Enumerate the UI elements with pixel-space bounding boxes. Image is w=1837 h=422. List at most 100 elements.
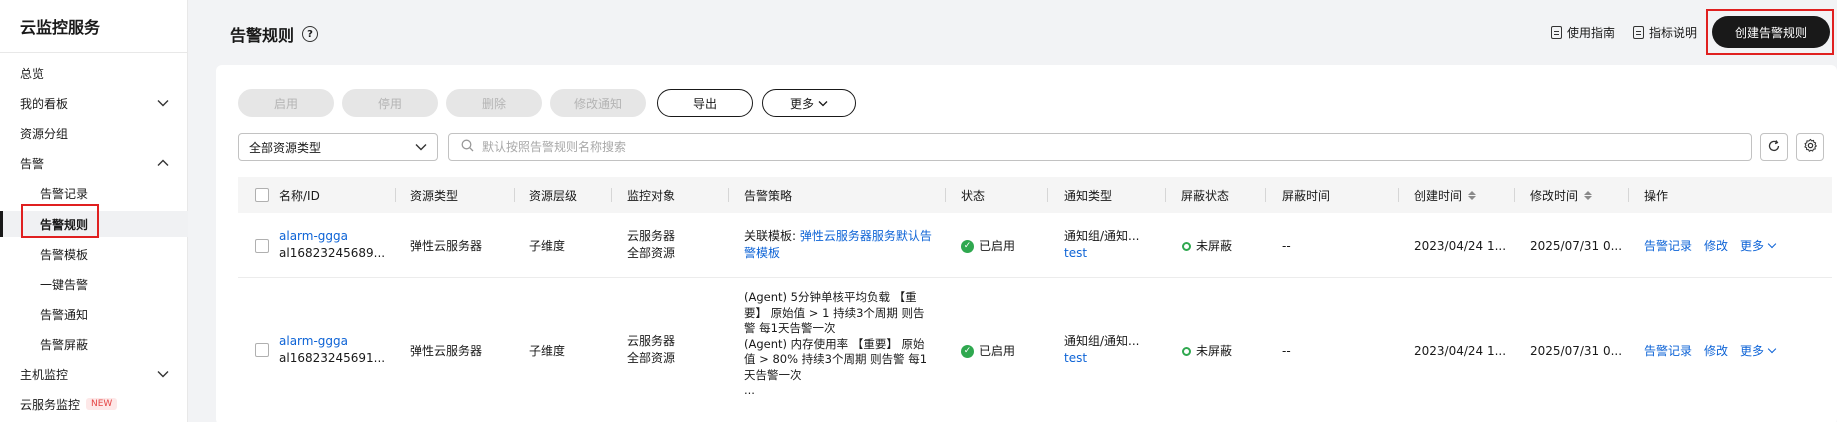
chevron-down-icon <box>156 96 170 110</box>
column-separator <box>514 188 515 202</box>
column-separator <box>1165 188 1166 202</box>
sidebar-item-alarm[interactable]: 告警 <box>20 153 170 173</box>
policy-line: ... <box>744 383 755 397</box>
notify-link[interactable]: test <box>1064 350 1140 367</box>
sidebar-item-resource-group[interactable]: 资源分组 <box>20 123 170 143</box>
column-separator <box>395 188 396 202</box>
modify-link[interactable]: 修改 <box>1704 343 1728 360</box>
usage-guide-label: 使用指南 <box>1567 26 1616 40</box>
resource-type-cell: 弹性云服务器 <box>410 239 483 253</box>
created-cell: 2023/04/24 1... <box>1414 344 1507 358</box>
help-icon[interactable]: ? <box>302 26 319 42</box>
policy-line: 警 每1天告警一次 <box>744 321 836 335</box>
select-all-checkbox[interactable] <box>255 177 269 213</box>
search-box[interactable] <box>448 133 1752 161</box>
rule-name-link[interactable]: alarm-ggga <box>279 228 385 245</box>
sidebar-item-alarm-notify[interactable]: 告警通知 <box>40 304 170 324</box>
service-title: 云监控服务 <box>20 18 101 37</box>
sidebar-divider <box>0 52 188 53</box>
refresh-button[interactable] <box>1760 133 1788 161</box>
more-actions-link[interactable]: 更多 <box>1740 343 1777 360</box>
highlight-box <box>1706 9 1834 55</box>
sidebar-item-label: 资源分组 <box>20 126 69 141</box>
sidebar-item-cloud-service-monitor[interactable]: 云服务监控 NEW <box>20 394 170 414</box>
sidebar-item-dashboard[interactable]: 我的看板 <box>20 93 170 113</box>
policy-line: 天告警一次 <box>744 367 802 382</box>
checkbox-box <box>255 343 269 357</box>
rule-name-link[interactable]: alarm-ggga <box>279 333 385 350</box>
target-cell: 云服务器 全部资源 <box>627 333 675 367</box>
policy-line: 值 > 80% 持续3个周期 则告警 每1 <box>744 352 928 366</box>
row-checkbox[interactable] <box>255 239 269 258</box>
column-header-modified-label: 修改时间 <box>1530 188 1579 203</box>
search-icon <box>461 139 474 155</box>
search-input[interactable] <box>482 140 1682 154</box>
column-header-created-label: 创建时间 <box>1414 188 1463 203</box>
sidebar-item-alarm-records[interactable]: 告警记录 <box>40 183 170 203</box>
metric-doc-label: 指标说明 <box>1649 26 1698 40</box>
column-header-mask-time: 屏蔽时间 <box>1282 188 1331 203</box>
column-separator <box>1628 188 1629 202</box>
policy-line: (Agent) 内存使用率 【重要】 原始 <box>744 336 925 351</box>
level-cell: 子维度 <box>529 239 566 253</box>
sidebar-item-alarm-mask[interactable]: 告警屏蔽 <box>40 334 170 354</box>
resource-type-select[interactable]: 全部资源类型 <box>238 133 438 161</box>
rule-id: al16823245689... <box>279 246 386 260</box>
column-header-created[interactable]: 创建时间 <box>1414 177 1477 213</box>
export-button[interactable]: 导出 <box>657 89 753 117</box>
column-header-policy: 告警策略 <box>744 188 793 203</box>
usage-guide-link[interactable]: 使用指南 <box>1551 24 1615 41</box>
notify-link[interactable]: test <box>1064 245 1140 262</box>
mask-status-cell: 未屏蔽 <box>1182 238 1232 255</box>
row-divider <box>238 277 1832 278</box>
check-circle-icon: ✓ <box>961 240 974 253</box>
row-checkbox[interactable] <box>255 343 269 362</box>
notify-type-cell: 通知组/通知... test <box>1064 333 1140 367</box>
more-button[interactable]: 更多 <box>762 89 856 117</box>
alarm-records-link[interactable]: 告警记录 <box>1644 238 1692 255</box>
sidebar-item-alarm-templates[interactable]: 告警模板 <box>40 244 170 264</box>
active-item-indicator <box>0 211 3 237</box>
policy-line: (Agent) 5分钟单核平均负载 【重 <box>744 290 917 304</box>
metric-doc-link[interactable]: 指标说明 <box>1633 24 1697 41</box>
sidebar-item-label: 告警记录 <box>40 186 89 201</box>
disable-button[interactable]: 停用 <box>342 89 438 117</box>
gear-icon <box>1803 138 1818 156</box>
status-text: 已启用 <box>979 344 1016 358</box>
book-icon <box>1551 26 1562 39</box>
more-actions-label: 更多 <box>1740 239 1765 253</box>
name-cell: alarm-ggga al16823245689... <box>279 228 385 262</box>
column-header-target: 监控对象 <box>627 188 676 203</box>
sidebar-item-label: 云服务监控 <box>20 397 81 412</box>
delete-button[interactable]: 删除 <box>446 89 542 117</box>
target-line: 云服务器 <box>627 334 676 348</box>
level-cell: 子维度 <box>529 344 566 358</box>
chevron-down-icon <box>818 96 828 110</box>
sort-icon <box>1584 190 1593 200</box>
status-ring-icon <box>1182 242 1191 251</box>
target-line: 全部资源 <box>627 351 676 365</box>
column-header-resource-type: 资源类型 <box>410 188 459 203</box>
alarm-records-link[interactable]: 告警记录 <box>1644 343 1692 360</box>
chevron-down-icon <box>1767 344 1777 354</box>
enable-button[interactable]: 启用 <box>238 89 334 117</box>
notify-type-text: 通知组/通知... <box>1064 229 1140 243</box>
policy-template-link[interactable]: 警模板 <box>744 245 944 262</box>
sidebar-item-overview[interactable]: 总览 <box>20 63 170 83</box>
resource-type-cell: 弹性云服务器 <box>410 344 483 358</box>
column-separator <box>611 188 612 202</box>
status-ring-icon <box>1182 347 1191 356</box>
actions-cell: 告警记录 修改 更多 <box>1644 343 1777 360</box>
more-actions-link[interactable]: 更多 <box>1740 238 1777 255</box>
sidebar-item-one-click-alarm[interactable]: 一键告警 <box>40 274 170 294</box>
policy-template-link[interactable]: 弹性云服务器服务默认告 <box>800 229 932 243</box>
sidebar-item-host-monitor[interactable]: 主机监控 <box>20 364 170 384</box>
checkbox-box <box>255 239 269 253</box>
column-header-modified[interactable]: 修改时间 <box>1530 177 1593 213</box>
highlight-box <box>21 204 99 238</box>
status-cell: ✓ 已启用 <box>961 238 1015 255</box>
modify-link[interactable]: 修改 <box>1704 238 1728 255</box>
settings-button[interactable] <box>1796 133 1824 161</box>
modify-notify-button[interactable]: 修改通知 <box>550 89 646 117</box>
notify-type-cell: 通知组/通知... test <box>1064 228 1140 262</box>
